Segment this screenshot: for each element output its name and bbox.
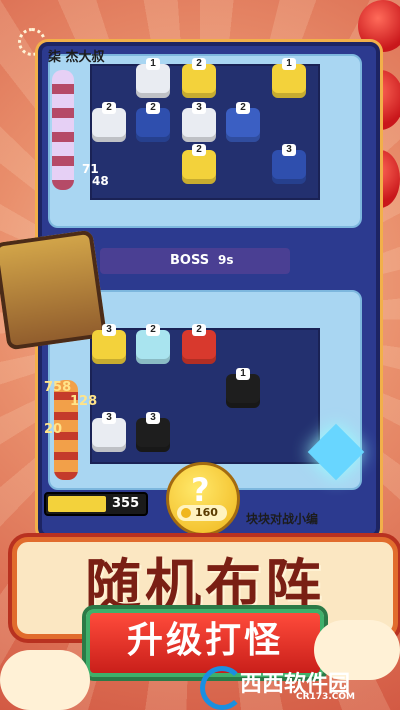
piece-level: 3: [282, 144, 296, 156]
grid-cell[interactable]: 1: [222, 368, 264, 412]
boss-timer: 9s: [218, 253, 234, 267]
grid-cell[interactable]: 2: [178, 324, 220, 368]
piece-level: 2: [146, 102, 160, 114]
boss-label: BOSS: [170, 253, 210, 268]
piece-level: 3: [102, 324, 116, 336]
grid-cell[interactable]: 2: [222, 102, 264, 146]
piece-level: 3: [146, 412, 160, 424]
grid-cell[interactable]: 1: [132, 58, 174, 102]
game-screen: BOSS 9s 柒 杰大叔 1 2 1 2 2 3 2 2 3 71 48 3 …: [0, 0, 400, 710]
watermark-logo-icon: [200, 666, 244, 710]
piece-level: 2: [192, 144, 206, 156]
piece-level: 2: [236, 102, 250, 114]
coin-icon: [181, 508, 191, 518]
banner-subtitle: 升级打怪: [126, 620, 283, 661]
grid-cell[interactable]: 2: [178, 58, 220, 102]
question-mark: ?: [191, 471, 210, 509]
editor-tag: 块块对战小编: [246, 512, 319, 526]
grid-cell[interactable]: 2: [132, 324, 174, 368]
grid-cell[interactable]: 1: [268, 58, 310, 102]
energy-bar: 355: [44, 492, 148, 516]
piece-level: 2: [146, 324, 160, 336]
grid-cell[interactable]: 2: [178, 144, 220, 188]
random-summon-button[interactable]: ? 160: [166, 462, 240, 536]
cloud-decoration: [0, 650, 90, 710]
energy-value: 355: [112, 496, 140, 511]
piece-level: 2: [102, 102, 116, 114]
piece-level: 1: [146, 58, 160, 70]
cost-pill: 160: [177, 505, 227, 521]
piece-level: 3: [102, 412, 116, 424]
damage-number: 128: [70, 394, 98, 409]
piece-level: 2: [192, 58, 206, 70]
grid-cell[interactable]: 2: [132, 102, 174, 146]
damage-number: 758: [44, 380, 72, 395]
grid-cell[interactable]: 3: [178, 102, 220, 146]
grid-cell[interactable]: 3: [268, 144, 310, 188]
enemy-column: [52, 70, 74, 190]
damage-number: 48: [92, 174, 109, 188]
piece-level: 1: [282, 58, 296, 70]
grid-cell[interactable]: 3: [132, 412, 174, 456]
grid-cell[interactable]: 2: [88, 102, 130, 146]
grid-cell[interactable]: 3: [88, 324, 130, 368]
energy-fill: [48, 496, 106, 512]
piece-level: 1: [236, 368, 250, 380]
watermark: 西西软件园 CR173.COM: [200, 664, 390, 710]
watermark-url: CR173.COM: [296, 692, 355, 702]
piece-level: 2: [192, 324, 206, 336]
summon-cost: 160: [195, 506, 218, 519]
grid-cell[interactable]: 3: [88, 412, 130, 456]
piece-level: 3: [192, 102, 206, 114]
boss-bar: BOSS 9s: [100, 248, 290, 274]
damage-number: 20: [44, 422, 63, 437]
player-name: 柒 杰大叔: [48, 50, 105, 65]
